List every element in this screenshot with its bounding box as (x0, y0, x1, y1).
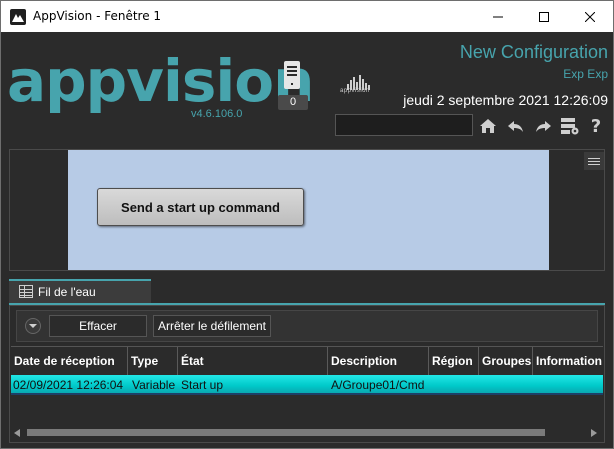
home-icon[interactable] (478, 116, 498, 136)
configuration-title: New Configuration (459, 42, 608, 62)
server-count-badge: 0 (278, 95, 308, 110)
window-title: AppVision - Fenêtre 1 (33, 9, 162, 23)
column-header-information[interactable]: Information (533, 347, 603, 375)
title-bar[interactable]: AppVision - Fenêtre 1 (1, 1, 613, 32)
cell-region (430, 375, 479, 395)
small-logo-text: appvision (340, 88, 370, 94)
appvision-logo: appvision (7, 47, 314, 115)
cell-date: 02/09/2021 12:26:04 (13, 378, 124, 392)
table-icon (19, 285, 33, 298)
synoptic-panel: Send a start up command (9, 149, 605, 271)
table-row[interactable]: 02/09/2021 12:26:04 Variable Start up A/… (11, 375, 603, 395)
app-icon (10, 9, 26, 25)
scroll-right-icon[interactable] (591, 429, 597, 437)
maximize-button[interactable] (521, 1, 567, 32)
hamburger-menu-icon[interactable] (584, 152, 604, 170)
configuration-subtitle: Exp Exp (563, 67, 608, 81)
column-header-groups[interactable]: Groupes (479, 347, 533, 375)
log-table-header: Date de réception Type État Description … (11, 346, 603, 375)
log-toolbar: Effacer Arrêter le défilement (16, 310, 598, 342)
scrollbar-thumb[interactable] (27, 429, 545, 436)
dropdown-toggle-button[interactable] (25, 318, 41, 334)
cell-type: Variable (132, 378, 176, 392)
start-up-command-button[interactable]: Send a start up command (97, 188, 304, 226)
cell-state: Start up (181, 378, 224, 392)
synoptic-left-margin (10, 150, 68, 270)
event-log-panel: Effacer Arrêter le défilement Date de ré… (9, 305, 605, 443)
cell-description: A/Groupe01/Cmd (331, 378, 425, 392)
help-icon[interactable]: ? (586, 116, 606, 137)
cell-groups (480, 375, 533, 395)
minimize-button[interactable] (475, 1, 521, 32)
stop-scrolling-button[interactable]: Arrêter le défilement (153, 315, 271, 337)
current-datetime: jeudi 2 septembre 2021 12:26:09 (403, 92, 608, 108)
search-input[interactable] (335, 114, 473, 136)
undo-arrow-icon[interactable] (506, 116, 526, 136)
close-button[interactable] (567, 1, 613, 32)
cell-information (534, 375, 603, 395)
column-header-date[interactable]: Date de réception (11, 347, 128, 375)
app-window: AppVision - Fenêtre 1 appvision v4.6.106… (0, 0, 614, 449)
column-header-region[interactable]: Région (429, 347, 479, 375)
tab-fil-de-leau[interactable]: Fil de l'eau (9, 279, 151, 303)
server-settings-icon[interactable] (560, 116, 580, 136)
tab-label: Fil de l'eau (38, 285, 96, 299)
version-label: v4.6.106.0 (191, 108, 243, 120)
horizontal-scrollbar[interactable] (11, 426, 603, 440)
scroll-left-icon[interactable] (14, 429, 20, 437)
clear-button[interactable]: Effacer (49, 315, 147, 337)
column-header-description[interactable]: Description (328, 347, 429, 375)
server-icon[interactable] (284, 61, 300, 89)
column-header-state[interactable]: État (178, 347, 328, 375)
column-header-type[interactable]: Type (128, 347, 178, 375)
app-header: appvision v4.6.106.0 0 appvision New Con… (1, 32, 613, 144)
redo-arrow-icon[interactable] (533, 116, 553, 136)
